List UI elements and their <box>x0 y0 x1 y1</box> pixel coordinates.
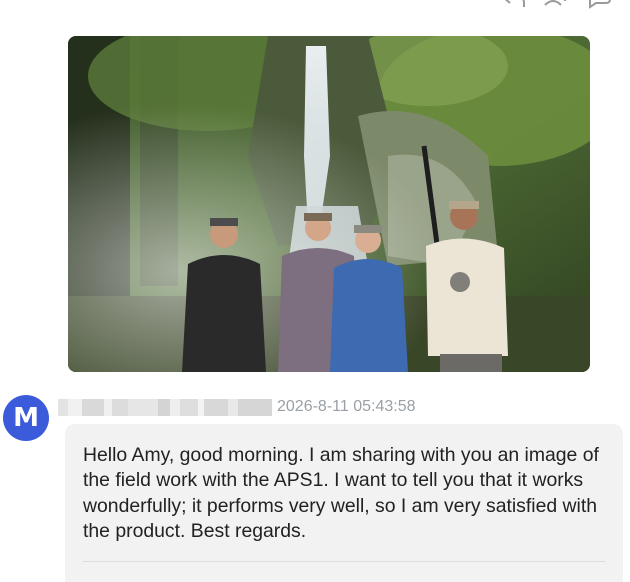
more-icon[interactable] <box>588 0 612 11</box>
add-contact-icon[interactable] <box>544 0 570 11</box>
message-text: Hello Amy, good morning. I am sharing wi… <box>83 444 599 542</box>
attached-photo[interactable] <box>68 36 590 372</box>
avatar[interactable]: M <box>3 395 49 441</box>
message-bubble[interactable]: Hello Amy, good morning. I am sharing wi… <box>65 424 623 582</box>
redaction-bar <box>58 399 272 416</box>
bubble-divider <box>83 561 605 562</box>
message-timestamp: 2026-8-11 05:43:58 <box>277 398 416 415</box>
reply-icon[interactable] <box>500 0 526 11</box>
chat-view: M 2026-8-11 05:43:58 Hello Amy, good mor… <box>0 0 630 582</box>
message-actions-toolbar <box>500 0 612 11</box>
